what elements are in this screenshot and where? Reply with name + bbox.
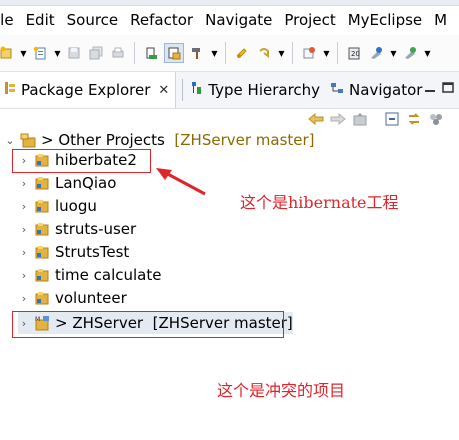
chevron-down-icon[interactable]: ▼ bbox=[277, 44, 285, 62]
server-icon[interactable]: 20 bbox=[345, 44, 363, 62]
package-explorer-icon bbox=[4, 81, 16, 99]
chevron-right-icon[interactable]: › bbox=[18, 200, 30, 213]
menu-source[interactable]: Source bbox=[61, 11, 125, 29]
chevron-down-icon[interactable]: ▼ bbox=[389, 44, 397, 62]
build-icon[interactable] bbox=[164, 43, 184, 63]
tab-type-hierarchy[interactable]: Type Hierarchy bbox=[187, 72, 326, 108]
menu-file[interactable]: ile bbox=[0, 11, 20, 29]
chevron-right-icon[interactable]: › bbox=[18, 269, 30, 282]
up-folder-icon[interactable] bbox=[352, 111, 368, 127]
java-project-icon bbox=[33, 220, 51, 238]
project-label: struts-user bbox=[55, 220, 137, 238]
tab-navigator-label: Navigator bbox=[349, 81, 423, 99]
maximize-icon[interactable] bbox=[442, 82, 454, 94]
open-console-icon[interactable] bbox=[142, 44, 160, 62]
chevron-down-icon[interactable]: ▼ bbox=[423, 44, 431, 62]
minimize-icon[interactable] bbox=[424, 82, 436, 94]
run-icon[interactable] bbox=[367, 44, 385, 62]
chevron-down-icon[interactable]: ▼ bbox=[19, 44, 27, 62]
chevron-down-icon[interactable]: ▼ bbox=[210, 44, 218, 62]
java-project-icon bbox=[33, 174, 51, 192]
view-tab-bar: Package Explorer ✕ Type Hierarchy Naviga… bbox=[0, 72, 459, 109]
project-label: time calculate bbox=[55, 266, 162, 284]
svg-text:20: 20 bbox=[351, 50, 360, 58]
save-icon[interactable] bbox=[65, 44, 83, 62]
view-toolbar-separator bbox=[374, 111, 378, 127]
menu-myeclipse[interactable]: MyEclipse bbox=[342, 11, 428, 29]
highlight-box-conflict bbox=[12, 311, 284, 338]
annotation-conflict: 这个是冲突的项目 bbox=[217, 381, 346, 400]
new-icon[interactable] bbox=[31, 44, 49, 62]
prev-edit-icon[interactable] bbox=[233, 44, 251, 62]
menu-more[interactable]: M bbox=[428, 11, 453, 29]
annotation-arrow-icon bbox=[156, 168, 206, 196]
close-icon[interactable]: ✕ bbox=[158, 83, 169, 98]
back-arrow-icon[interactable] bbox=[308, 111, 324, 127]
chevron-right-icon[interactable]: › bbox=[18, 177, 30, 190]
java-project-icon bbox=[33, 289, 51, 307]
tree-root-repo: [ZHServer master] bbox=[174, 131, 315, 149]
list-item[interactable]: › time calculate bbox=[18, 264, 162, 286]
view-toolbar bbox=[270, 108, 459, 130]
java-project-icon bbox=[33, 197, 51, 215]
chevron-right-icon[interactable]: › bbox=[18, 292, 30, 305]
tab-separator bbox=[182, 79, 184, 101]
toolbar-separator bbox=[337, 42, 338, 64]
main-toolbar: ▼ ▼ ▼ ▼ ▼ 20 ▼ ▼ bbox=[0, 35, 459, 72]
chevron-down-icon[interactable]: ⌄ bbox=[4, 134, 16, 147]
project-label: luogu bbox=[55, 197, 97, 215]
tree-root-label: Other Projects bbox=[58, 131, 165, 149]
tree-root-prefix: > bbox=[41, 131, 54, 149]
link-with-editor-icon[interactable] bbox=[406, 111, 422, 127]
menu-edit[interactable]: Edit bbox=[20, 11, 61, 29]
menu-refactor[interactable]: Refactor bbox=[124, 11, 199, 29]
project-label: LanQiao bbox=[55, 174, 117, 192]
list-item[interactable]: › StrutsTest bbox=[18, 241, 130, 263]
toolbar-separator bbox=[292, 42, 293, 64]
project-label: volunteer bbox=[55, 289, 127, 307]
java-project-icon bbox=[33, 266, 51, 284]
tab-package-explorer-label: Package Explorer bbox=[21, 81, 151, 99]
chevron-down-icon[interactable]: ▼ bbox=[322, 44, 330, 62]
chevron-down-icon[interactable]: ▼ bbox=[53, 44, 61, 62]
tab-package-explorer[interactable]: Package Explorer ✕ bbox=[0, 72, 177, 108]
tab-type-hierarchy-label: Type Hierarchy bbox=[208, 81, 321, 99]
save-all-icon[interactable] bbox=[87, 44, 105, 62]
list-item[interactable]: › luogu bbox=[18, 195, 97, 217]
menu-project[interactable]: Project bbox=[278, 11, 341, 29]
list-item[interactable]: › LanQiao bbox=[18, 172, 117, 194]
annotation-hibernate: 这个是hibernate工程 bbox=[240, 193, 399, 212]
print-icon[interactable] bbox=[109, 44, 127, 62]
collapse-all-icon[interactable] bbox=[384, 111, 400, 127]
type-hierarchy-icon bbox=[191, 81, 203, 99]
debug-icon[interactable] bbox=[401, 44, 419, 62]
java-project-icon bbox=[33, 243, 51, 261]
list-item[interactable]: › struts-user bbox=[18, 218, 136, 240]
highlight-box-hibernate bbox=[12, 149, 151, 173]
hammer-icon[interactable] bbox=[188, 44, 206, 62]
toolbar-separator bbox=[225, 42, 226, 64]
menu-navigate[interactable]: Navigate bbox=[199, 11, 278, 29]
working-set-icon bbox=[19, 131, 37, 149]
list-item[interactable]: › volunteer bbox=[18, 287, 127, 309]
project-label: StrutsTest bbox=[55, 243, 130, 261]
toolbar-separator bbox=[134, 42, 135, 64]
chevron-right-icon[interactable]: › bbox=[18, 246, 30, 259]
new-class-icon[interactable] bbox=[300, 44, 318, 62]
tab-navigator[interactable]: Navigator bbox=[326, 72, 428, 108]
tree-root-other-projects[interactable]: ⌄ > Other Projects [ZHServer master] bbox=[4, 129, 315, 151]
next-edit-icon[interactable] bbox=[255, 44, 273, 62]
menu-bar: ile Edit Source Refactor Navigate Projec… bbox=[0, 6, 459, 34]
view-menu-icon[interactable] bbox=[428, 111, 444, 127]
new-wizard-icon[interactable] bbox=[0, 44, 15, 62]
forward-arrow-icon[interactable] bbox=[330, 111, 346, 127]
chevron-right-icon[interactable]: › bbox=[18, 223, 30, 236]
navigator-icon bbox=[330, 81, 344, 99]
